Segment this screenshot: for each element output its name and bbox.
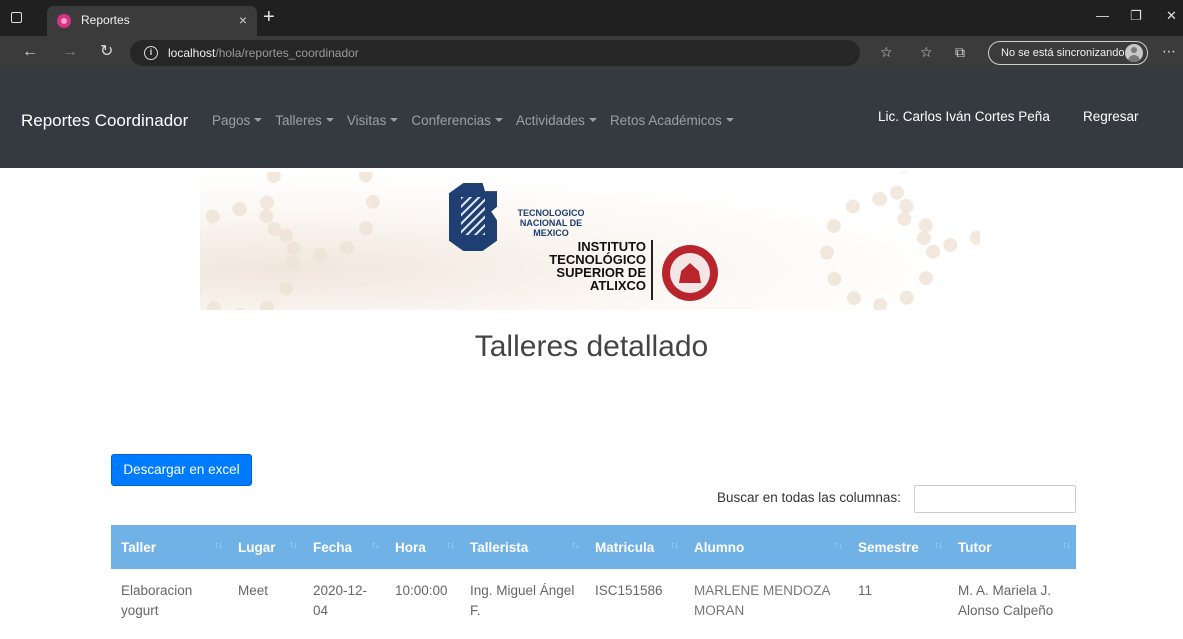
browser-tab[interactable]: Reportes × [47, 6, 257, 36]
cell-semestre: 11 [858, 583, 873, 598]
column-header-tutor[interactable]: Tutor ↑↓ [948, 525, 1076, 569]
column-header-taller[interactable]: Taller ↑↓ [111, 525, 228, 569]
caret-down-icon [390, 118, 399, 123]
column-header-hora[interactable]: Hora ↑↓ [385, 525, 460, 569]
profile-icon [1125, 44, 1143, 62]
sort-icon: ↑↓ [289, 540, 298, 551]
minimize-icon[interactable]: — [1096, 9, 1109, 23]
nav-dropdown-conferencias[interactable]: Conferencias [411, 113, 503, 128]
cell-alumno: MARLENE MENDOZA MORAN [694, 583, 830, 618]
close-window-icon[interactable]: ✕ [1166, 9, 1177, 23]
url-text[interactable]: localhost/hola/reportes_coordinador [168, 46, 359, 60]
browser-title-bar: Reportes × + — ❐ ✕ [0, 0, 1183, 36]
restore-icon[interactable]: ❐ [1130, 9, 1142, 23]
new-tab-icon[interactable]: + [263, 6, 275, 28]
tab-actions-icon[interactable] [11, 12, 22, 23]
user-name[interactable]: Lic. Carlos Iván Cortes Peña [878, 109, 1050, 124]
table-row: Elaboracion yogurt Meet 2020-12-04 10:00… [111, 569, 1076, 639]
cell-matricula: ISC151586 [595, 583, 663, 598]
back-link[interactable]: Regresar [1083, 109, 1139, 124]
nav-dropdown-visitas[interactable]: Visitas [347, 113, 399, 128]
download-excel-button[interactable]: Descargar en excel [111, 454, 252, 486]
info-icon[interactable]: i [144, 46, 158, 60]
cell-lugar: Meet [238, 583, 269, 598]
column-header-lugar[interactable]: Lugar ↑↓ [228, 525, 303, 569]
nav-dropdown-pagos[interactable]: Pagos [212, 113, 263, 128]
sort-icon: ↑↓ [834, 540, 843, 551]
sort-icon: ↑↓ [571, 540, 580, 551]
url-host: localhost [168, 46, 216, 60]
column-header-matricula[interactable]: Matricula ↑↓ [585, 525, 684, 569]
more-icon[interactable]: ⋯ [1162, 43, 1176, 60]
sort-icon: ↑↓ [214, 540, 223, 551]
sort-icon: ↑↓ [371, 540, 380, 551]
navbar-brand[interactable]: Reportes Coordinador [21, 111, 188, 131]
column-header-fecha[interactable]: Fecha ↑↓ [303, 525, 385, 569]
tab-close-icon[interactable]: × [239, 12, 247, 28]
institution-banner: TECNOLOGICO NACIONAL DE MEXICO INSTITUTO… [200, 172, 980, 310]
url-path: /hola/reportes_coordinador [215, 46, 359, 60]
back-arrow-icon[interactable]: ← [22, 43, 38, 61]
tecnm-logo [449, 183, 497, 251]
sort-icon: ↑↓ [670, 540, 679, 551]
page-title: Talleres detallado [474, 330, 709, 363]
sort-icon: ↑↓ [446, 540, 455, 551]
institute-name: INSTITUTO TECNOLÓGICO SUPERIOR DE ATLIXC… [549, 239, 646, 293]
forward-arrow-icon[interactable]: → [62, 43, 78, 61]
logo-divider [651, 240, 653, 300]
collections-icon[interactable]: ⧉ [955, 44, 965, 60]
add-favorite-icon[interactable]: ☆ [880, 44, 893, 60]
address-toolbar: ← → ↻ i localhost/hola/reportes_coordina… [0, 36, 1183, 70]
column-header-tallerista[interactable]: Tallerista ↑↓ [460, 525, 585, 569]
sync-status: No se está sincronizando [1001, 47, 1125, 59]
nav-menu: Pagos Talleres Visitas Conferencias Acti… [212, 113, 734, 128]
tecnm-logo-text: TECNOLOGICO NACIONAL DE MEXICO [517, 208, 585, 238]
favicon-icon [57, 14, 71, 28]
column-header-semestre[interactable]: Semestre ↑↓ [848, 525, 948, 569]
address-bar[interactable]: i localhost/hola/reportes_coordinador [130, 40, 860, 66]
sort-icon: ↑↓ [934, 540, 943, 551]
refresh-icon[interactable]: ↻ [100, 43, 113, 61]
profile-sync-button[interactable]: No se está sincronizando [988, 41, 1148, 65]
cell-fecha: 2020-12-04 [313, 583, 368, 618]
caret-down-icon [725, 118, 734, 123]
caret-down-icon [254, 118, 263, 123]
table-header-row: Taller ↑↓ Lugar ↑↓ Fecha ↑↓ Hora ↑↓ Talleris… [111, 525, 1076, 569]
search-input[interactable] [914, 485, 1076, 513]
cell-tutor: M. A. Mariela J. Alonso Calpeño [958, 583, 1054, 618]
tab-title: Reportes [81, 13, 130, 27]
itsa-seal-logo [662, 245, 718, 301]
cell-taller: Elaboracion yogurt [121, 583, 193, 618]
nav-dropdown-talleres[interactable]: Talleres [275, 113, 334, 128]
caret-down-icon [494, 118, 503, 123]
column-header-alumno[interactable]: Alumno ↑↓ [684, 525, 848, 569]
nav-dropdown-retos-academicos[interactable]: Retos Académicos [610, 113, 734, 128]
search-label: Buscar en todas las columnas: [717, 490, 901, 505]
cell-tallerista: Ing. Miguel Ángel F. [470, 583, 575, 618]
cell-hora: 10:00:00 [395, 583, 448, 598]
talleres-table: Taller ↑↓ Lugar ↑↓ Fecha ↑↓ Hora ↑↓ Talleris… [111, 525, 1076, 639]
favorites-icon[interactable]: ☆ [920, 44, 933, 60]
sort-icon: ↑↓ [1062, 540, 1071, 551]
caret-down-icon [325, 118, 334, 123]
app-navbar: Reportes Coordinador Pagos Talleres Visi… [0, 70, 1183, 168]
caret-down-icon [588, 118, 597, 123]
nav-dropdown-actividades[interactable]: Actividades [516, 113, 597, 128]
